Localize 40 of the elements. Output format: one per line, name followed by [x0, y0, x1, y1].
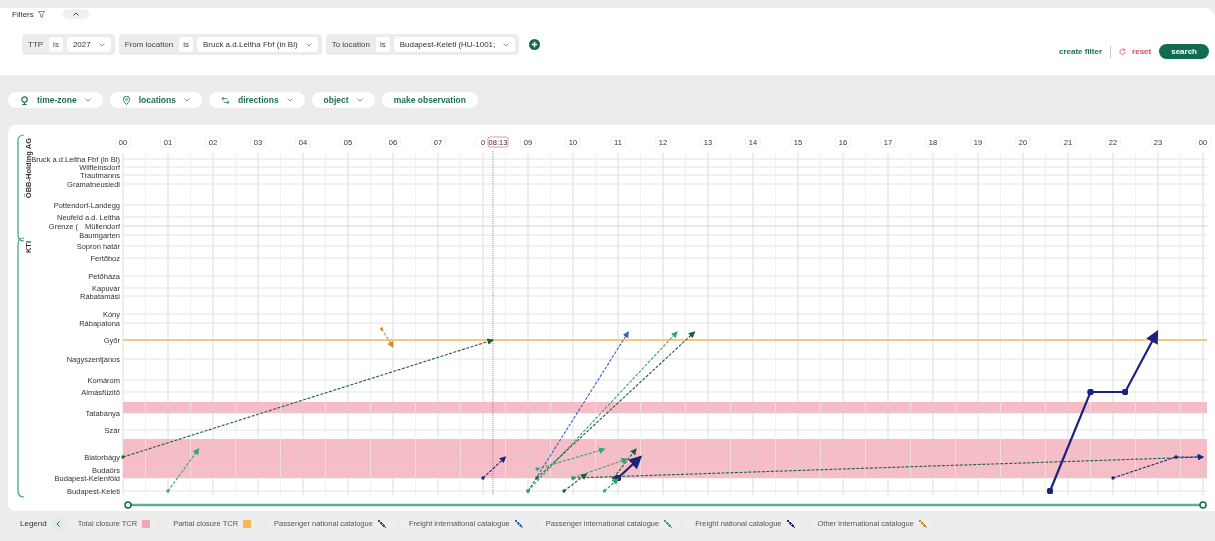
toolbar-button[interactable]: object [311, 92, 375, 108]
toolbar-button[interactable]: make observation [381, 92, 478, 108]
add-filter-icon[interactable] [529, 39, 541, 50]
legend-title: Legend [20, 519, 47, 528]
caret-icon [184, 98, 190, 102]
funnel-icon [37, 10, 45, 18]
filter-value-dropdown[interactable]: 2027 [66, 37, 111, 52]
filter-field: To location [329, 40, 372, 49]
caret-icon [305, 42, 312, 47]
toolbar-button[interactable]: time-zone [8, 92, 103, 108]
caret-icon [98, 42, 105, 47]
collapse-button[interactable] [62, 9, 89, 19]
chevron-left-icon [55, 520, 60, 527]
timeline-scrubber[interactable] [124, 501, 1207, 509]
filters-title: Filters [12, 9, 34, 19]
legend-collapse-button[interactable] [51, 517, 64, 530]
filter-field: TTP [26, 40, 46, 49]
chevron-up-icon [72, 12, 79, 16]
toolbar-button[interactable]: directions [209, 92, 305, 108]
filter-chip[interactable]: To location is Budapest-Keleti (HU-1001; [325, 34, 520, 55]
toolbar-button[interactable]: locations [109, 92, 202, 108]
filter-chip[interactable]: From location is Bruck a.d.Leitha Fbf (in Bl) [118, 34, 322, 55]
arrows-icon [221, 95, 230, 105]
caret-icon [503, 42, 510, 47]
filter-operator[interactable]: is [49, 37, 63, 52]
globe-icon [20, 95, 29, 105]
search-button[interactable]: search [1159, 44, 1209, 59]
filter-chip[interactable]: TTP is 2027 [22, 34, 115, 55]
reset-icon [1119, 48, 1127, 55]
filter-operator[interactable]: is [375, 37, 390, 52]
filter-value-dropdown[interactable]: Bruck a.d.Leitha Fbf (in Bl) [196, 37, 318, 52]
caret-icon [84, 98, 91, 102]
location-pin-icon [121, 95, 131, 105]
filter-operator[interactable]: is [179, 37, 193, 52]
caret-icon [356, 98, 363, 102]
caret-icon [286, 98, 293, 102]
filter-field: From location [122, 40, 176, 49]
create-filter-link[interactable]: create filter [1058, 47, 1103, 56]
reset-button[interactable]: reset [1119, 47, 1152, 56]
filter-value-dropdown[interactable]: Budapest-Keleti (HU-1001; [393, 37, 516, 52]
